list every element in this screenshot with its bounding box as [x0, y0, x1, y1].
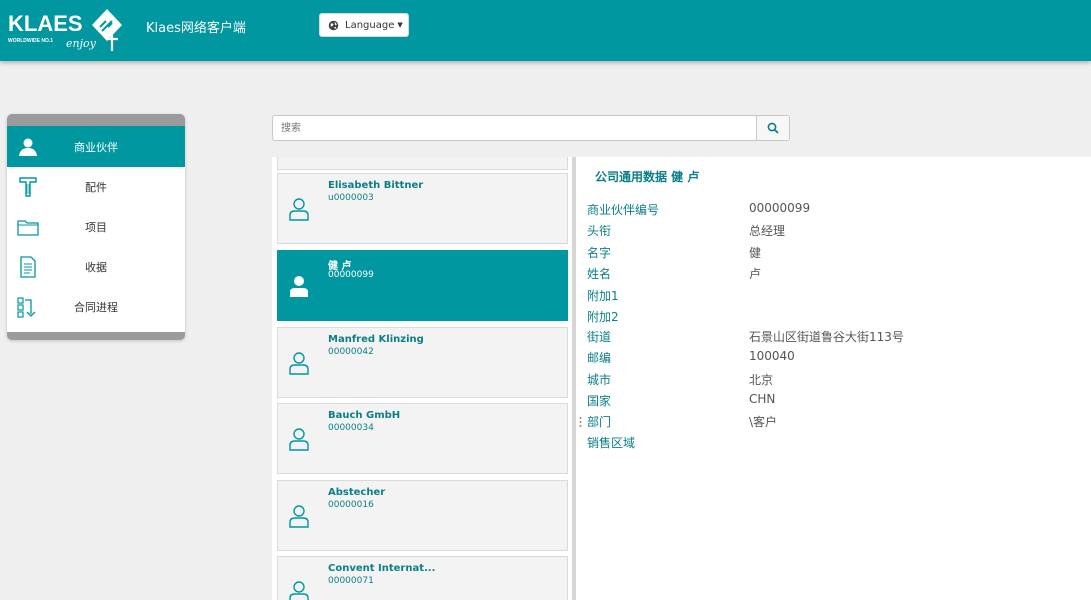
- globe-icon: [328, 20, 339, 30]
- field-label: 销售区域: [587, 436, 636, 450]
- sidebar-item-label: 配件: [85, 181, 107, 194]
- field-label: 城市: [587, 373, 612, 387]
- partner-detail-panel: 公司通用数据 健 卢 商业伙伴编号 00000099 头衔 总经理 名字 健 姓…: [576, 157, 1091, 600]
- sidebar-item-label: 收据: [85, 261, 107, 274]
- user-icon: [290, 276, 308, 297]
- folder-icon: [17, 220, 39, 236]
- sidebar-item-receipts[interactable]: 收据: [7, 247, 185, 287]
- person-icon: [19, 138, 37, 156]
- sidebar-nav: 商业伙伴 配件 项目 收据 合同进程: [7, 114, 185, 340]
- app-title: Klaes网络客户端: [146, 21, 246, 36]
- field-label: 国家: [587, 394, 612, 408]
- partner-name: Elisabeth Bittner: [328, 180, 424, 191]
- sidebar-item-projects[interactable]: 项目: [7, 207, 185, 247]
- partner-list-item[interactable]: Bauch GmbH 00000034: [277, 403, 568, 474]
- partner-id: 00000042: [328, 347, 374, 357]
- partner-list[interactable]: Elisabeth Bittner u0000003 健 卢 00000099 …: [272, 157, 576, 600]
- search-icon: [767, 122, 779, 134]
- language-dropdown[interactable]: Language ▼: [319, 13, 409, 37]
- partner-list-item[interactable]: Elisabeth Bittner u0000003: [277, 173, 568, 244]
- profile-t-icon: [19, 177, 37, 197]
- logo-text: KLAES: [8, 11, 83, 36]
- sidebar-item-label: 商业伙伴: [74, 140, 118, 154]
- sidebar-item-parts[interactable]: 配件: [7, 167, 185, 207]
- partner-list-item-selected[interactable]: 健 卢 00000099: [277, 250, 568, 321]
- field-value: 00000099: [749, 201, 811, 215]
- partner-name: Manfred Klinzing: [328, 334, 424, 345]
- workflow-icon: [17, 297, 36, 318]
- caret-down-icon: ▼: [397, 21, 403, 29]
- field-value: 100040: [749, 349, 795, 363]
- field-value: 石景山区街道鲁谷大街113号: [749, 330, 904, 344]
- resize-handle-icon[interactable]: [579, 416, 582, 428]
- user-outline-icon: [289, 581, 309, 600]
- field-label: 附加1: [587, 289, 619, 303]
- user-outline-icon: [289, 428, 309, 451]
- document-icon: [20, 256, 36, 278]
- sidebar-item-business-partners[interactable]: 商业伙伴: [7, 126, 185, 167]
- app-header: KLAES WORLDWIDE NO.1 enjoy Klaes网络客户端 La…: [0, 0, 1091, 61]
- user-outline-icon: [289, 352, 309, 375]
- field-label: 街道: [587, 330, 612, 344]
- user-outline-icon: [289, 198, 309, 221]
- partner-id: 00000034: [328, 423, 374, 433]
- language-label: Language: [345, 19, 395, 31]
- logo-script: enjoy: [66, 37, 97, 50]
- detail-title: 公司通用数据 健 卢: [595, 170, 700, 184]
- sidebar-item-label: 合同进程: [74, 301, 118, 314]
- field-label: 名字: [587, 246, 612, 260]
- field-value: \客户: [749, 415, 778, 429]
- sidebar-item-contract-process[interactable]: 合同进程: [7, 287, 185, 327]
- field-value: CHN: [749, 392, 776, 406]
- field-label: 商业伙伴编号: [587, 203, 660, 217]
- field-label: 邮编: [587, 351, 612, 365]
- partner-id: u0000003: [328, 193, 374, 203]
- user-outline-icon: [289, 505, 309, 528]
- partner-name: Bauch GmbH: [328, 410, 401, 421]
- sidebar-item-label: 项目: [85, 221, 107, 234]
- field-label: 附加2: [587, 310, 619, 324]
- search-button[interactable]: [757, 115, 790, 141]
- field-value: 卢: [749, 267, 762, 281]
- partner-list-item[interactable]: Convent Internat... 00000071: [277, 556, 568, 600]
- klaes-logo[interactable]: KLAES WORLDWIDE NO.1 enjoy: [8, 5, 128, 55]
- partner-list-item[interactable]: Abstecher 00000016: [277, 480, 568, 551]
- partner-list-item[interactable]: Manfred Klinzing 00000042: [277, 327, 568, 398]
- field-value: 北京: [749, 373, 774, 387]
- field-value: 健: [749, 246, 762, 260]
- partner-id: 00000071: [328, 576, 374, 586]
- field-label: 姓名: [587, 267, 612, 281]
- field-label: 头衔: [587, 224, 612, 238]
- partner-id: 00000016: [328, 500, 374, 510]
- partner-id: 00000099: [328, 270, 374, 280]
- list-item-partial[interactable]: [277, 157, 568, 170]
- field-label: 部门: [587, 415, 612, 429]
- partner-name: Abstecher: [328, 487, 386, 498]
- partner-name: Convent Internat...: [328, 563, 436, 574]
- search-input[interactable]: [272, 115, 757, 141]
- field-value: 总经理: [749, 224, 786, 238]
- logo-tagline: WORLDWIDE NO.1: [8, 38, 53, 44]
